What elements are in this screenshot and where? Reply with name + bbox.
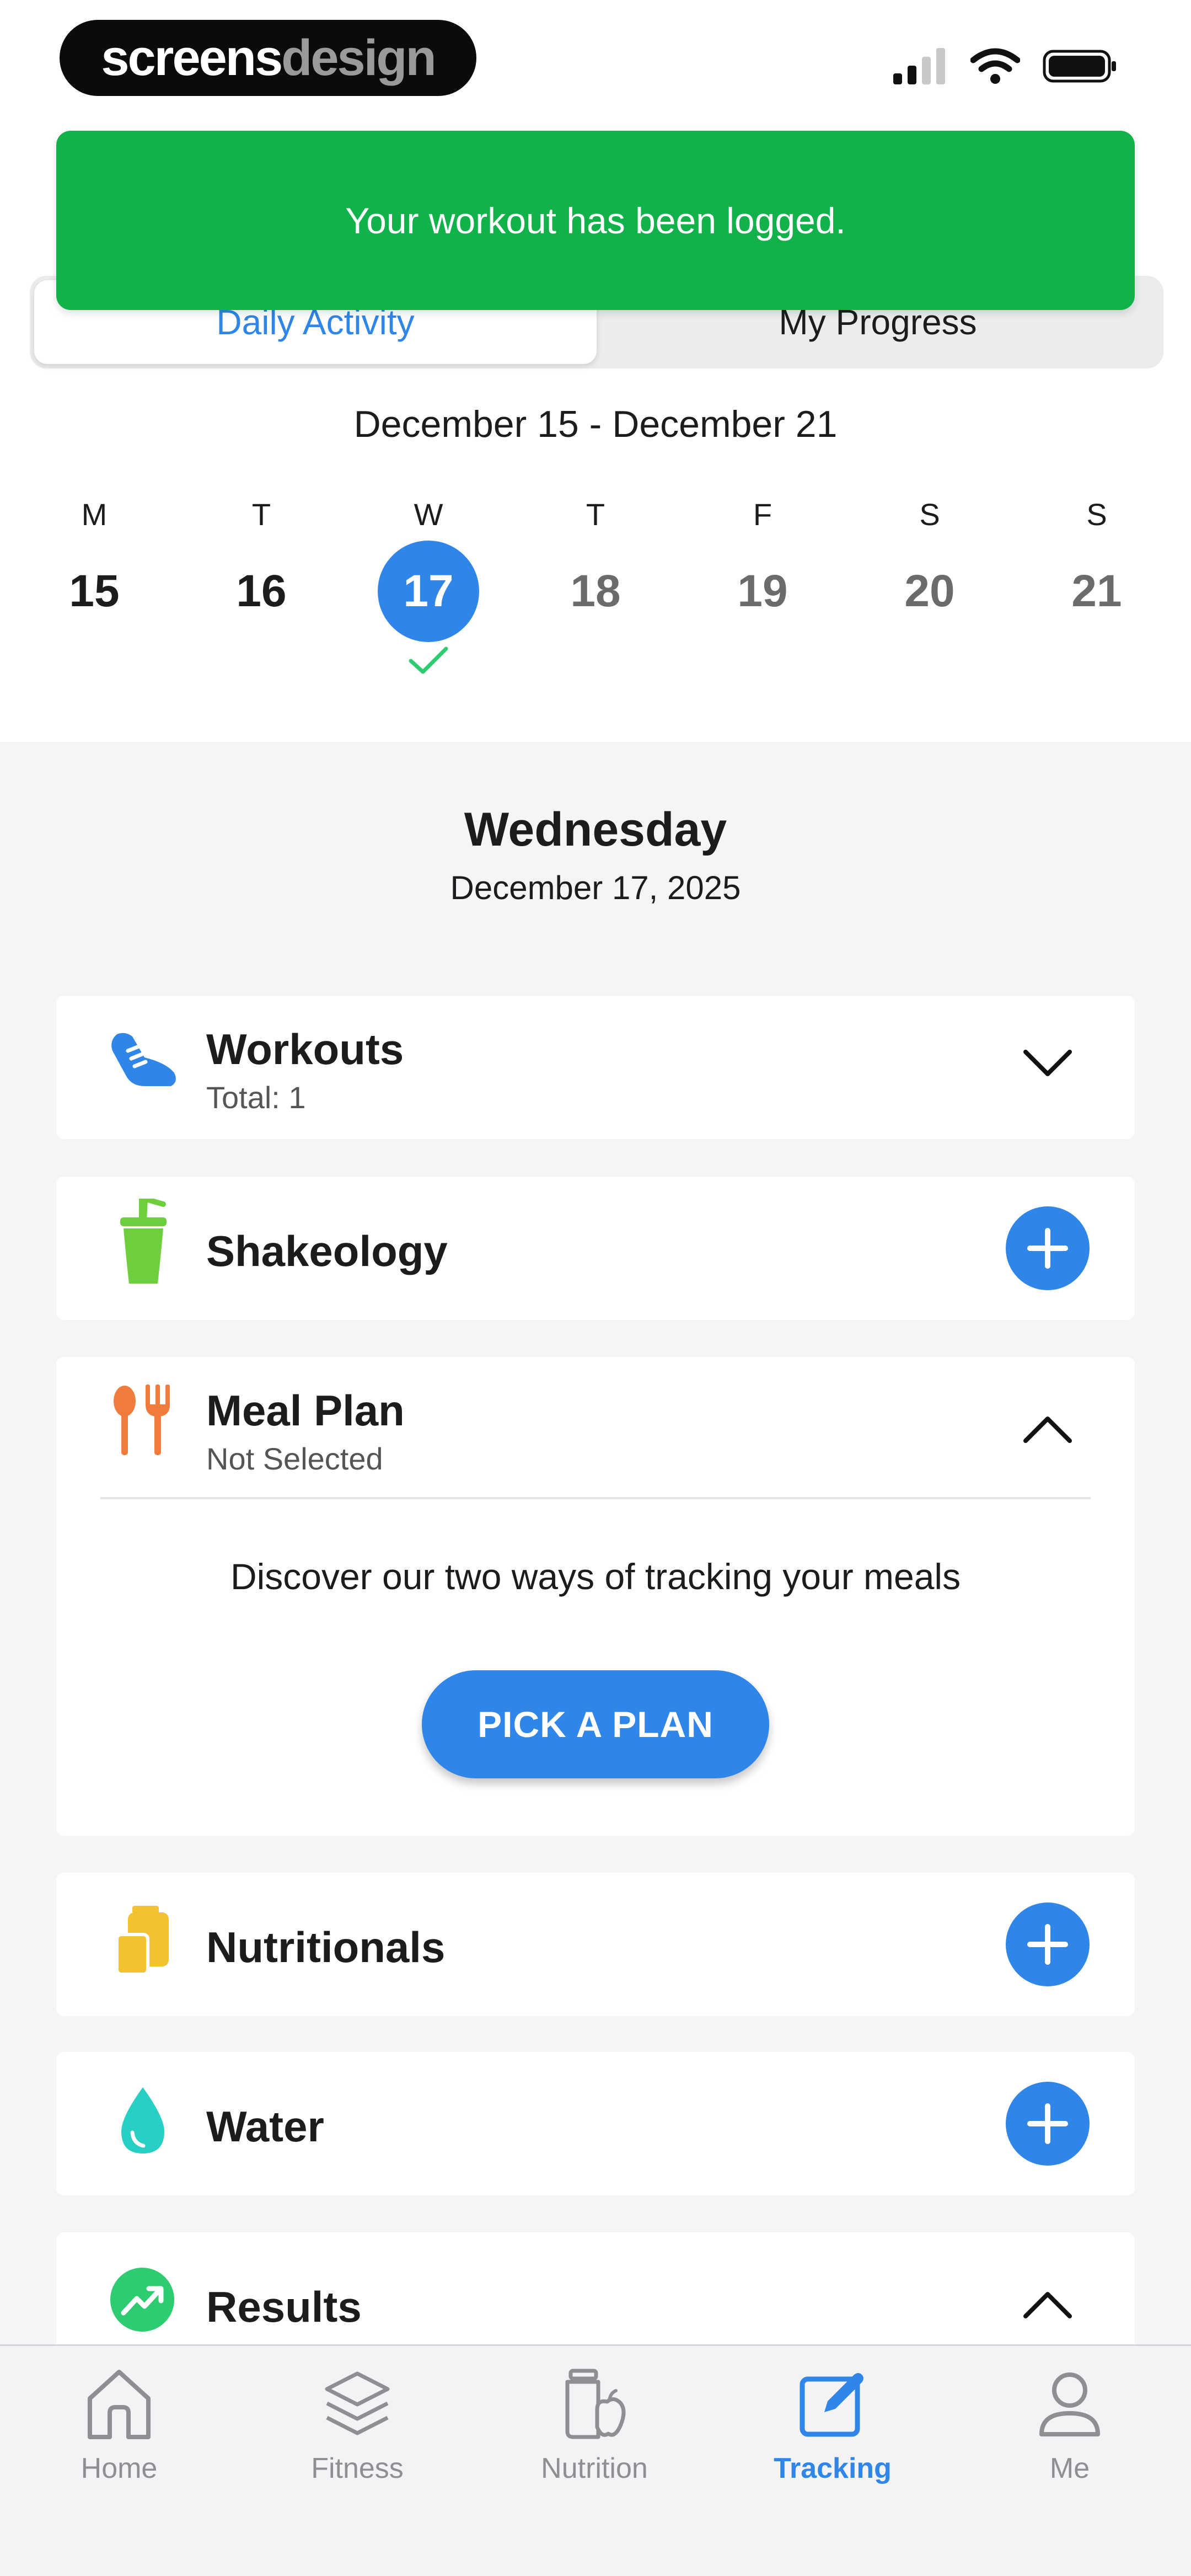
tracking-icon (797, 2363, 868, 2445)
chevron-down-icon[interactable] (1021, 1045, 1074, 1083)
nav-nutrition[interactable]: Nutrition (495, 2363, 694, 2485)
workout-logged-toast: Your workout has been logged. (56, 131, 1135, 310)
day-17[interactable]: W 17 (373, 496, 484, 678)
results-title: Results (206, 2283, 362, 2331)
add-nutritionals-button[interactable] (1006, 1902, 1090, 1986)
sneaker-icon (106, 1029, 183, 1098)
day-16[interactable]: T 16 (206, 496, 316, 642)
workouts-title: Workouts (206, 1025, 404, 1073)
day-number: 19 (737, 566, 788, 616)
nav-label: Me (1049, 2452, 1090, 2484)
nav-label: Nutrition (541, 2452, 648, 2484)
selected-date: December 17, 2025 (450, 869, 741, 906)
containers-icon (115, 1906, 171, 1980)
nutrition-icon (559, 2363, 630, 2445)
day-21[interactable]: S 21 (1042, 496, 1152, 642)
bottom-tab-bar: Home Fitness Nutrition Tracking Me (0, 2344, 1191, 2576)
layers-icon (321, 2363, 393, 2445)
home-icon (83, 2363, 155, 2445)
chevron-up-icon[interactable] (1021, 1412, 1074, 1450)
day-of-week: W (414, 497, 443, 532)
meal-plan-title: Meal Plan (206, 1386, 405, 1435)
trending-up-icon (109, 2267, 175, 2335)
day-number: 20 (904, 566, 955, 616)
shakeology-title: Shakeology (206, 1227, 448, 1275)
wifi-icon (970, 48, 1020, 84)
day-of-week: S (919, 497, 940, 532)
day-of-week: T (251, 497, 271, 532)
workouts-total: Total: 1 (206, 1080, 306, 1115)
meal-plan-description: Discover our two ways of tracking your m… (230, 1556, 961, 1597)
nav-label: Tracking (774, 2452, 892, 2484)
day-number: 17 (378, 541, 479, 642)
meal-plan-status: Not Selected (206, 1441, 383, 1476)
water-card: Water (56, 2052, 1135, 2195)
nav-tracking[interactable]: Tracking (733, 2363, 932, 2485)
check-icon (373, 645, 484, 678)
pick-a-plan-label: PICK A PLAN (478, 1704, 713, 1745)
day-18[interactable]: T 18 (540, 496, 651, 642)
day-20[interactable]: S 20 (875, 496, 985, 642)
chevron-up-icon[interactable] (1021, 2288, 1074, 2326)
plus-icon (1027, 1924, 1068, 1965)
fork-spoon-icon (111, 1385, 172, 1459)
day-of-week: M (81, 497, 108, 532)
week-range: December 15 - December 21 (353, 403, 838, 445)
day-number: 18 (570, 566, 621, 616)
brand-text-secondary: design (281, 29, 436, 86)
nutritionals-card: Nutritionals (56, 1873, 1135, 2016)
plus-icon (1027, 1228, 1068, 1269)
day-of-week: T (586, 497, 605, 532)
pick-a-plan-button[interactable]: PICK A PLAN (422, 1670, 769, 1778)
tracking-screen: screens design Daily Activity My Progress (0, 0, 1191, 2576)
nav-fitness[interactable]: Fitness (258, 2363, 457, 2485)
plus-icon (1027, 2103, 1068, 2144)
toast-message: Your workout has been logged. (345, 200, 846, 241)
nav-home[interactable]: Home (20, 2363, 218, 2485)
day-number: 21 (1071, 566, 1122, 616)
day-number: 15 (69, 566, 120, 616)
day-of-week: S (1086, 497, 1107, 532)
week-day-picker: M 15 T 16 W 17 T 18 F 19 S 20 S 21 (0, 496, 1191, 706)
selected-weekday: Wednesday (464, 803, 727, 856)
nav-label: Home (81, 2452, 158, 2484)
meal-plan-card: Meal Plan Not Selected Discover our two … (56, 1357, 1135, 1836)
brand-badge: screens design (60, 20, 476, 96)
workouts-card[interactable]: Workouts Total: 1 (56, 996, 1135, 1139)
nav-me[interactable]: Me (970, 2363, 1169, 2485)
day-15[interactable]: M 15 (39, 496, 149, 642)
shake-cup-icon (117, 1197, 170, 1290)
add-shakeology-button[interactable] (1006, 1206, 1090, 1290)
battery-icon (1043, 50, 1116, 83)
brand-text-primary: screens (101, 29, 283, 86)
nav-label: Fitness (311, 2452, 404, 2484)
day-19[interactable]: F 19 (707, 496, 818, 642)
person-icon (1034, 2363, 1106, 2445)
shakeology-card: Shakeology (56, 1177, 1135, 1320)
status-icons (893, 44, 1119, 88)
meal-plan-divider (100, 1497, 1091, 1499)
nutritionals-title: Nutritionals (206, 1923, 446, 1971)
day-of-week: F (753, 497, 772, 532)
add-water-button[interactable] (1006, 2082, 1090, 2166)
water-drop-icon (118, 2086, 168, 2158)
day-number: 16 (236, 566, 287, 616)
water-title: Water (206, 2102, 324, 2151)
signal-icon (893, 48, 945, 84)
